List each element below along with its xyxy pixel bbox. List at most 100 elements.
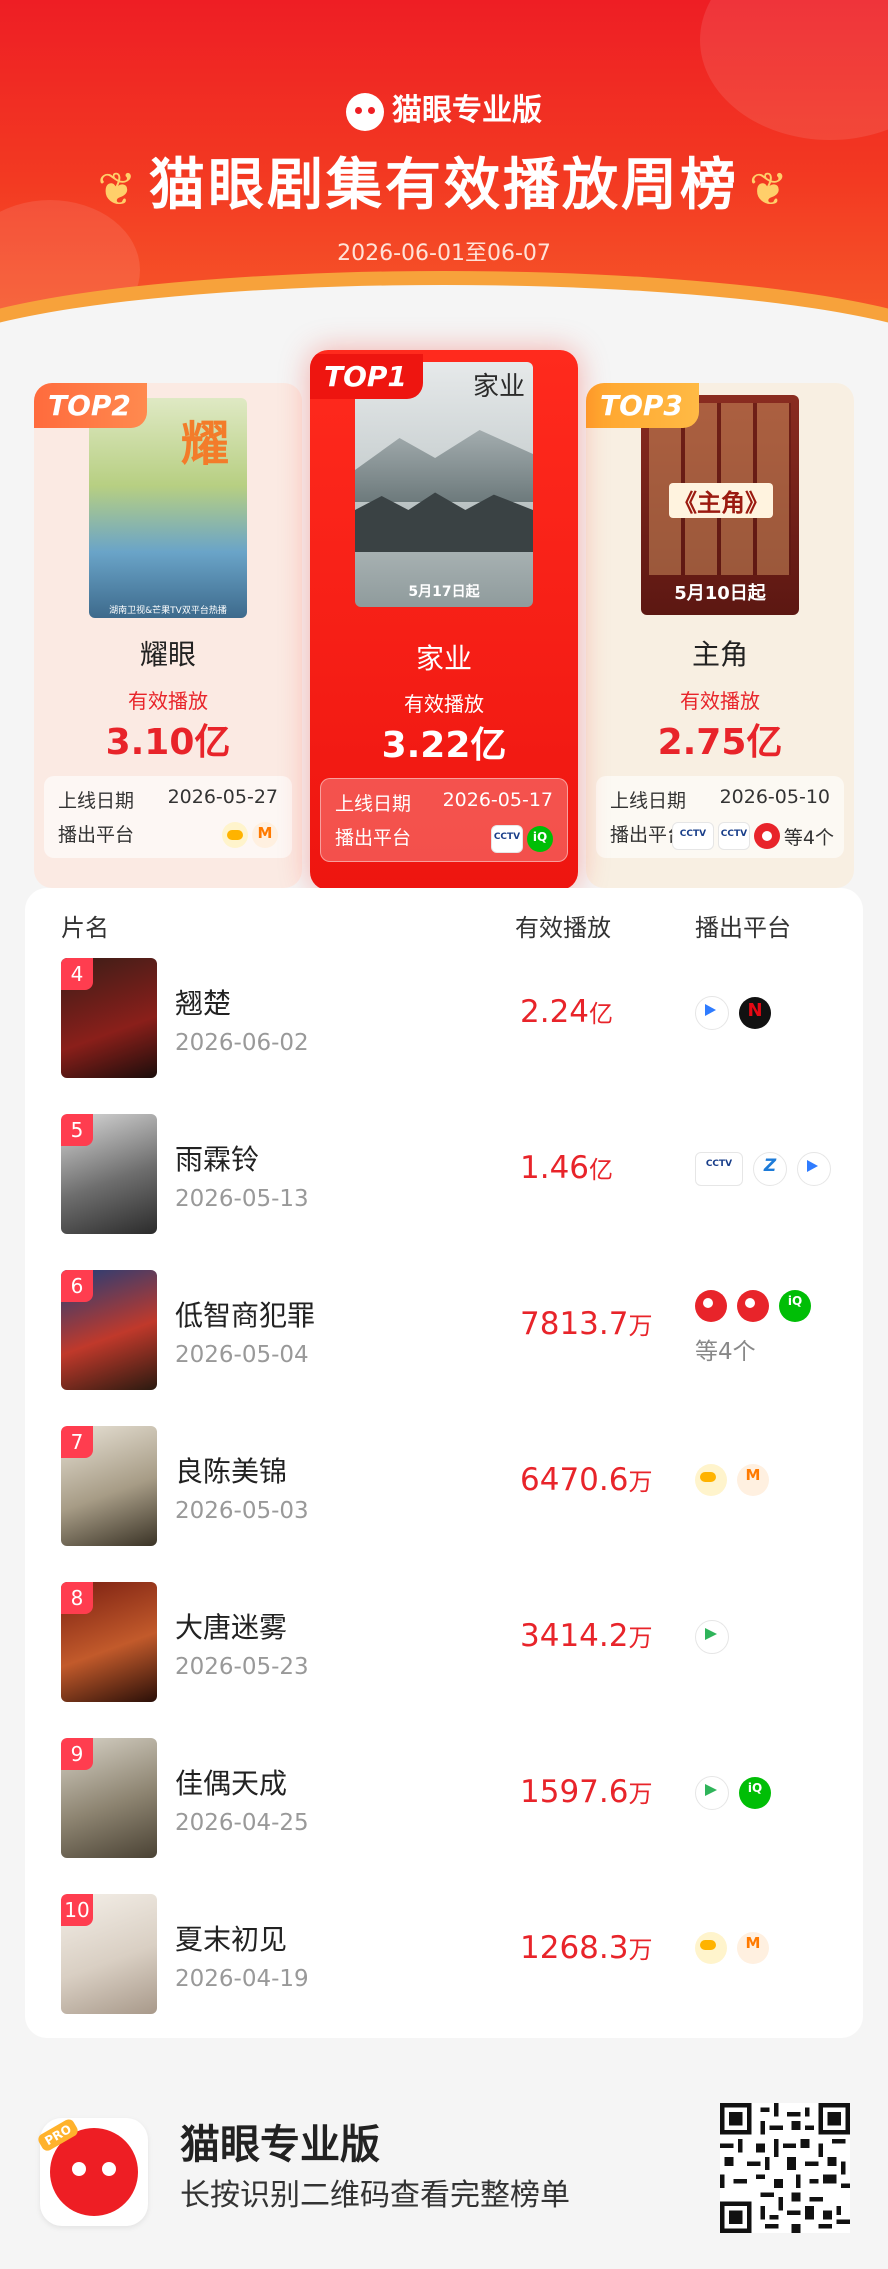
play-value: 1597.6万 — [520, 1774, 653, 1810]
mgtv-icon — [737, 1932, 769, 1964]
show-title: 雨霖铃 — [175, 1143, 260, 1176]
platform-list — [695, 1776, 835, 1810]
list-item[interactable]: 8 大唐迷雾 2026-05-23 3414.2万 — [25, 1582, 863, 1738]
column-header-platform: 播出平台 — [695, 914, 791, 942]
tencent-icon — [695, 1620, 729, 1654]
show-title: 翘楚 — [175, 987, 232, 1020]
poster-date: 5月10日起 — [674, 583, 766, 604]
list-item[interactable]: 7 良陈美锦 2026-05-03 6470.6万 — [25, 1426, 863, 1582]
play-value: 3414.2万 — [520, 1618, 653, 1654]
play-value: 2.24亿 — [520, 994, 614, 1030]
page-title: ❦ 猫眼剧集有效播放周榜 ❦ — [0, 140, 888, 221]
info-box: 上线日期 2026-05-27 播出平台 — [44, 776, 292, 858]
platform-list: 等4个 — [695, 1290, 835, 1366]
poster-image: 《主角》 5月10日起 — [641, 395, 799, 615]
rank-badge: 10 — [61, 1894, 93, 1926]
mango-icon — [695, 1464, 727, 1496]
release-date: 2026-04-19 — [175, 1966, 309, 1992]
rank-badge: 8 — [61, 1582, 93, 1614]
play-value: 1.46亿 — [520, 1150, 614, 1186]
show-title: 主角 — [691, 638, 748, 671]
value-label: 有效播放 — [128, 689, 208, 713]
rank-badge: 9 — [61, 1738, 93, 1770]
mgtv-icon — [737, 1464, 769, 1496]
release-date: 2026-05-03 — [175, 1498, 309, 1524]
platform-label: 播出平台 — [335, 827, 412, 849]
release-date: 2026-05-10 — [719, 786, 830, 808]
red-icon — [753, 823, 780, 849]
top-card-2[interactable]: 耀 湖南卫视&芒果TV双平台热播 TOP2 耀眼 有效播放 3.10亿 上线日期… — [34, 383, 302, 888]
value-label: 有效播放 — [404, 692, 484, 716]
cctv-icon — [695, 1152, 743, 1186]
maoyan-logo-icon — [346, 92, 384, 131]
value-label: 有效播放 — [680, 689, 760, 713]
release-label: 上线日期 — [610, 790, 687, 812]
platform-more: 等4个 — [783, 826, 834, 849]
poster-image: 耀 湖南卫视&芒果TV双平台热播 — [89, 398, 247, 618]
laurel-right-icon: ❦ — [749, 161, 791, 216]
top-card-1[interactable]: 家业 5月17日起 TOP1 家业 有效播放 3.22亿 上线日期 2026-05… — [310, 350, 578, 890]
poster-thumb: 8 — [61, 1582, 157, 1702]
brand-name: 猫眼专业版 — [392, 93, 542, 128]
iqiyi-icon — [527, 826, 553, 852]
show-title: 大唐迷雾 — [175, 1611, 288, 1644]
cctv-icon — [671, 822, 714, 850]
poster-thumb: 10 — [61, 1894, 157, 2014]
brand: 猫眼专业版 — [0, 85, 888, 131]
poster-title: 家业 — [472, 372, 525, 402]
platform-list — [695, 1932, 835, 1964]
platform-list — [695, 1152, 835, 1186]
poster-thumb: 7 — [61, 1426, 157, 1546]
play-value: 7813.7万 — [520, 1306, 653, 1342]
play-value: 3.22亿 — [381, 725, 507, 766]
mango-icon — [695, 1932, 727, 1964]
play-value: 1268.3万 — [520, 1930, 653, 1966]
release-date: 2026-05-27 — [167, 786, 278, 808]
show-title: 良陈美锦 — [175, 1455, 288, 1488]
list-item[interactable]: 6 低智商犯罪 2026-05-04 7813.7万 等4个 — [25, 1270, 863, 1426]
poster-thumb: 9 — [61, 1738, 157, 1858]
play-value: 3.10亿 — [105, 722, 231, 763]
date-range: 2026-06-01至06-07 — [337, 241, 551, 266]
qr-code-icon[interactable] — [720, 2103, 850, 2233]
list-item[interactable]: 4 翘楚 2026-06-02 2.24亿 — [25, 958, 863, 1114]
top-card-3[interactable]: 《主角》 5月10日起 TOP3 主角 有效播放 2.75亿 上线日期 2026-… — [586, 383, 854, 888]
play-value: 6470.6万 — [520, 1462, 653, 1498]
play-value: 2.75亿 — [657, 722, 783, 763]
list-item[interactable]: 10 夏末初见 2026-04-19 1268.3万 — [25, 1894, 863, 2050]
netflix-icon — [739, 997, 771, 1029]
release-date: 2026-05-17 — [442, 789, 553, 811]
iqiyi-icon — [779, 1290, 811, 1322]
release-label: 上线日期 — [58, 790, 135, 812]
platform-more: 等4个 — [695, 1339, 756, 1365]
tencent-icon — [695, 1776, 729, 1810]
rank-badge: 4 — [61, 958, 93, 990]
release-date: 2026-05-13 — [175, 1186, 309, 1212]
red-icon — [695, 1290, 727, 1322]
footer-app-name: 猫眼专业版 — [180, 2122, 380, 2168]
youku-icon — [695, 996, 729, 1030]
release-date: 2026-05-23 — [175, 1654, 309, 1680]
poster-title: 《主角》 — [669, 483, 773, 518]
list-item[interactable]: 5 雨霖铃 2026-05-13 1.46亿 — [25, 1114, 863, 1270]
rank-badge: 6 — [61, 1270, 93, 1302]
info-box: 上线日期 2026-05-17 播出平台 — [320, 778, 568, 862]
mgtv-icon — [252, 822, 278, 848]
zhejiang-icon — [753, 1152, 787, 1186]
poster-caption: 湖南卫视&芒果TV双平台热播 — [109, 606, 227, 616]
platform-list — [695, 996, 835, 1030]
poster-thumb: 5 — [61, 1114, 157, 1234]
laurel-left-icon: ❦ — [97, 161, 139, 216]
info-box: 上线日期2026-05-10 播出平台 等4个 — [596, 776, 844, 858]
show-title: 耀眼 — [139, 638, 196, 671]
show-title: 佳偶天成 — [175, 1767, 288, 1800]
rank-tag: TOP2 — [34, 383, 147, 428]
page-title-text: 猫眼剧集有效播放周榜 — [149, 153, 739, 218]
footer-subtitle: 长按识别二维码查看完整榜单 — [180, 2178, 570, 2213]
poster-thumb: 4 — [61, 958, 157, 1078]
mango-icon — [222, 822, 248, 848]
list-item[interactable]: 9 佳偶天成 2026-04-25 1597.6万 — [25, 1738, 863, 1894]
platform-list — [695, 1620, 835, 1654]
app-logo: PRO — [36, 2117, 148, 2226]
release-label: 上线日期 — [335, 793, 412, 815]
